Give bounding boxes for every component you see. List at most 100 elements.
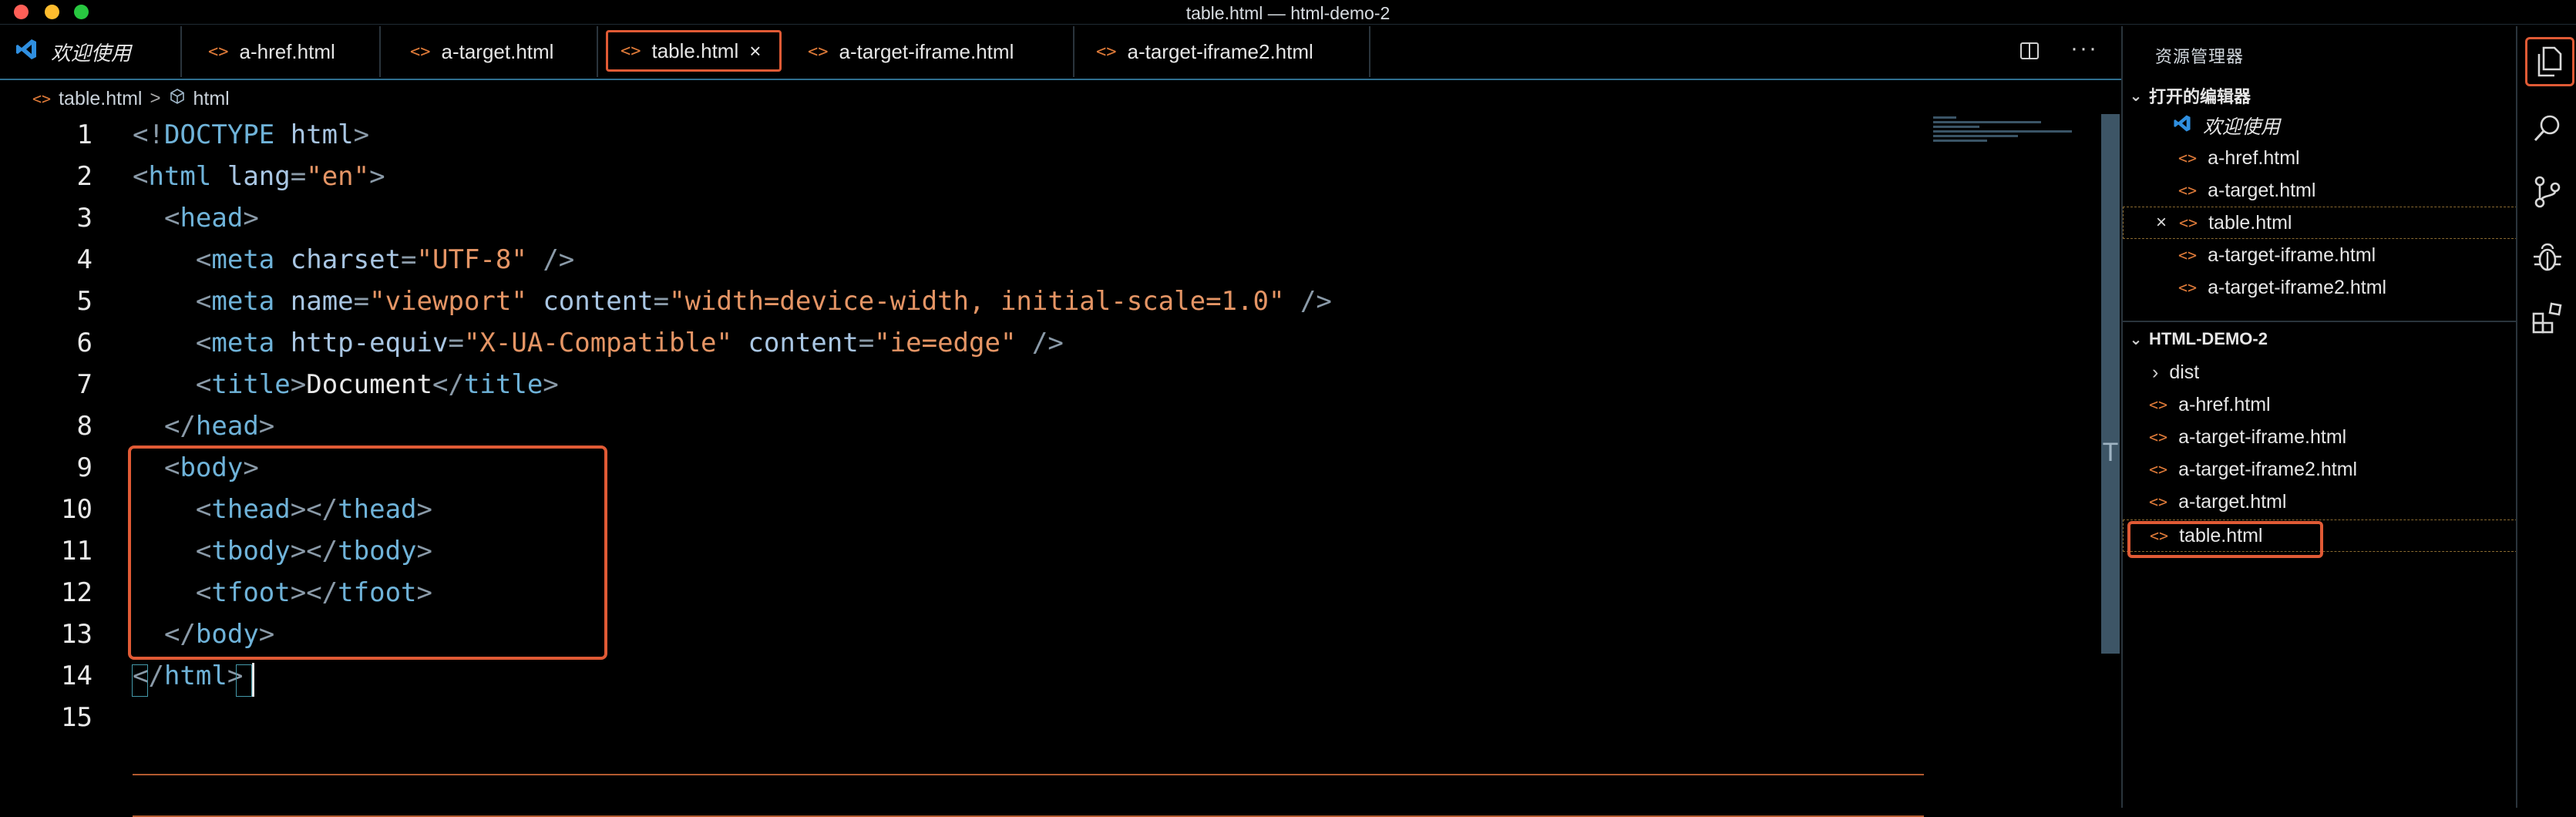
code-text: <meta http-equiv="X-UA-Compatible" conte…: [133, 322, 1064, 364]
code-token-punc: >: [543, 369, 559, 400]
code-token-punc: >: [369, 161, 385, 192]
code-line[interactable]: 4 <meta charset="UTF-8" />: [0, 239, 1927, 281]
tab-label: 欢迎使用: [51, 41, 132, 65]
open-editor-a-href[interactable]: <> a-href.html: [2123, 142, 2517, 174]
editor-tab-bar: 欢迎使用 <> a-href.html <> a-target.html <> …: [0, 26, 2123, 80]
line-number: 5: [76, 286, 92, 317]
open-editor-table[interactable]: × <> table.html: [2123, 207, 2517, 239]
source-control-icon[interactable]: [2525, 170, 2570, 214]
vscode-logo-icon: [2172, 113, 2192, 139]
code-token-punc: <: [195, 286, 212, 317]
code-line[interactable]: 1 <!DOCTYPE html>: [0, 114, 1927, 156]
code-line[interactable]: 6 <meta http-equiv="X-UA-Compatible" con…: [0, 322, 1927, 364]
html-file-icon: <>: [410, 42, 431, 62]
folder-label: dist: [2169, 361, 2200, 383]
code-token-tag: head: [180, 203, 244, 234]
code-token-punc: =: [401, 244, 417, 275]
open-editors-header[interactable]: ⌄ 打开的编辑器: [2123, 80, 2517, 111]
code-token-attr: name: [290, 286, 354, 317]
more-actions-icon[interactable]: ···: [2070, 35, 2098, 62]
line-number: 13: [61, 619, 92, 650]
open-editor-a-target-iframe2[interactable]: <> a-target-iframe2.html: [2123, 271, 2517, 304]
code-token-punc: =: [353, 286, 370, 317]
code-token-tag: html: [163, 661, 227, 691]
open-editor-welcome[interactable]: 欢迎使用: [2123, 109, 2517, 142]
tab-a-target-iframe[interactable]: <> a-target-iframe.html: [789, 26, 1074, 77]
code-token-punc: <: [195, 328, 212, 358]
files-icon[interactable]: [2525, 37, 2574, 86]
html-file-icon: <>: [32, 89, 52, 108]
vscode-logo-icon: [14, 37, 39, 67]
code-token-str: "X-UA-Compatible": [463, 328, 732, 358]
tree-file-a-target[interactable]: <> a-target.html: [2123, 486, 2517, 518]
code-line[interactable]: 15: [0, 697, 1927, 738]
search-icon[interactable]: [2525, 106, 2570, 151]
tab-a-target-iframe2[interactable]: <> a-target-iframe2.html: [1074, 26, 1370, 77]
open-editor-a-target-iframe[interactable]: <> a-target-iframe.html: [2123, 239, 2517, 271]
code-line[interactable]: 2 <html lang="en">: [0, 156, 1927, 197]
code-token-punc: <: [195, 244, 212, 275]
workspace-header[interactable]: ⌄ HTML-DEMO-2: [2123, 324, 2517, 355]
minimap[interactable]: [1933, 114, 2097, 160]
extensions-icon[interactable]: [2525, 296, 2570, 341]
code-line[interactable]: 7 <title>Document</title>: [0, 364, 1927, 405]
split-editor-icon[interactable]: [2019, 42, 2040, 60]
code-token-punc: />: [543, 244, 575, 275]
breadcrumb-symbol[interactable]: html: [193, 88, 230, 110]
file-label: a-href.html: [2208, 146, 2300, 169]
code-line[interactable]: 3 <head>: [0, 197, 1927, 239]
code-line[interactable]: 8 </head>: [0, 405, 1927, 447]
tab-welcome[interactable]: 欢迎使用: [0, 26, 182, 77]
tab-table[interactable]: <> table.html ×: [606, 30, 782, 72]
code-text: <html lang="en">: [133, 156, 385, 197]
line-number: 3: [76, 203, 92, 234]
file-label: a-target-iframe.html: [2178, 425, 2347, 448]
code-token-punc: =: [448, 328, 464, 358]
tree-file-a-target-iframe2[interactable]: <> a-target-iframe2.html: [2123, 453, 2517, 486]
bracket-match-open: [132, 664, 148, 697]
editor-scrollbar[interactable]: [2101, 114, 2120, 654]
code-line[interactable]: 5 <meta name="viewport" content="width=d…: [0, 281, 1927, 322]
line-number: 4: [76, 244, 92, 275]
window-title: table.html — html-demo-2: [1185, 3, 1391, 23]
close-icon[interactable]: ×: [2156, 212, 2167, 234]
tree-folder-dist[interactable]: › dist: [2123, 356, 2517, 388]
section-divider: [2123, 321, 2517, 322]
debug-icon[interactable]: [2525, 234, 2570, 279]
open-editor-a-target[interactable]: <> a-target.html: [2123, 174, 2517, 207]
code-token-tag: html: [148, 161, 212, 192]
code-line[interactable]: 14 </html>: [0, 655, 1927, 697]
file-label: a-target-iframe2.html: [2208, 276, 2387, 298]
code-token-attr: lang: [227, 161, 291, 192]
text-cursor: [252, 663, 254, 697]
code-token-str: "ie=edge": [874, 328, 1017, 358]
tab-a-target[interactable]: <> a-target.html: [381, 26, 598, 77]
code-token-punc: <!: [133, 119, 164, 150]
line-number: 1: [76, 119, 92, 150]
tree-file-a-target-iframe[interactable]: <> a-target-iframe.html: [2123, 421, 2517, 453]
tab-close-icon[interactable]: ×: [749, 39, 761, 63]
tab-label: a-target.html: [441, 39, 554, 63]
tab-a-href[interactable]: <> a-href.html: [182, 26, 381, 77]
file-label: a-target-iframe2.html: [2178, 458, 2358, 480]
html-file-icon: <>: [2179, 213, 2198, 232]
html-file-icon: <>: [2149, 428, 2168, 446]
code-token-punc: =: [290, 161, 307, 192]
tab-label: a-target-iframe2.html: [1127, 39, 1313, 63]
line-number: 12: [61, 577, 92, 608]
breadcrumb-file[interactable]: table.html: [59, 88, 142, 110]
body-annotation-box: [128, 445, 607, 660]
tab-label: a-target-iframe.html: [839, 39, 1014, 63]
file-label: 欢迎使用: [2203, 116, 2281, 138]
tree-file-a-href[interactable]: <> a-href.html: [2123, 388, 2517, 421]
